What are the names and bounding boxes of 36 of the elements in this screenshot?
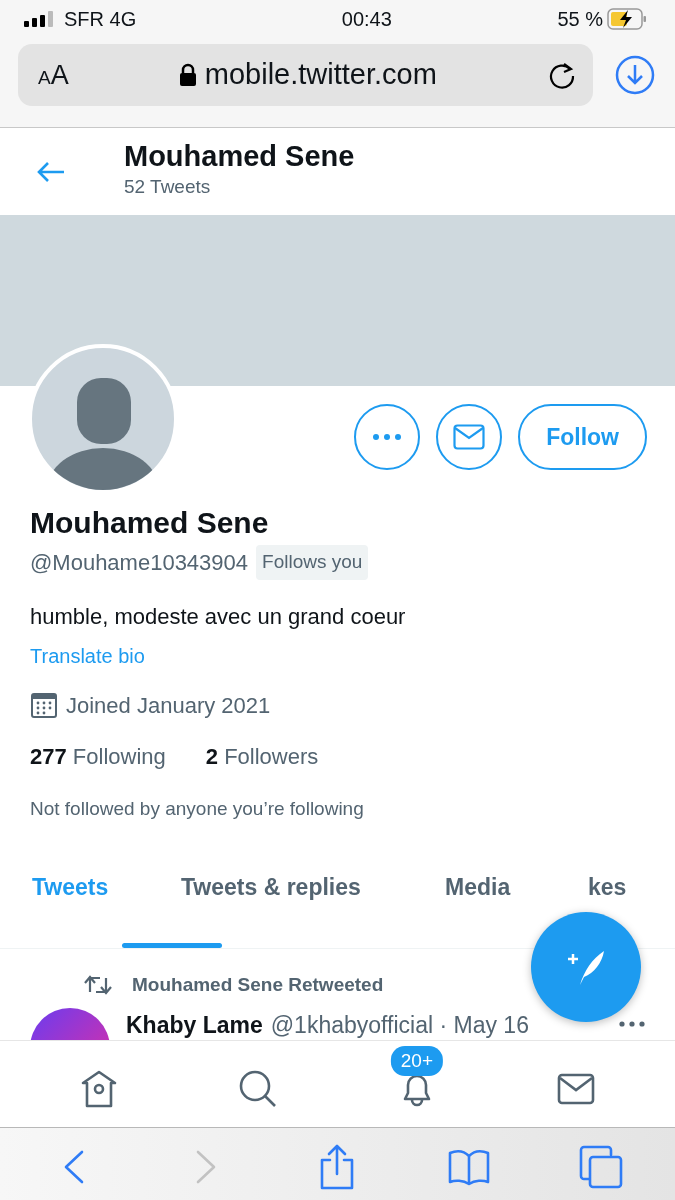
url-text: mobile.twitter.com [204,57,437,93]
book-icon[interactable] [447,1148,492,1186]
clock-text: 00:43 [341,7,392,32]
profile-tab[interactable]: Media [445,874,511,902]
text-size-button[interactable]: AA [38,54,69,96]
joined-date: Joined January 2021 [66,691,271,720]
calendar-icon [30,691,58,719]
notification-badge: 20+ [390,1045,443,1076]
compose-tweet-button[interactable] [531,912,641,1022]
profile-handle: @Mouhame10343904 [30,548,249,577]
follows-you-label: Follows you [256,545,369,580]
retweeted-label: Mouhamed Sene Retweeted [132,973,384,997]
tabs-icon[interactable] [579,1145,624,1189]
back-arrow-icon[interactable] [36,160,66,183]
profile-tab[interactable]: Tweets & replies [181,874,361,902]
more-icon[interactable] [619,1020,645,1027]
tweet-handle-date: @1khabyofficial · May 16 [270,1010,529,1040]
profile-tab[interactable]: kes [588,874,627,902]
carrier-text: SFR 4G [64,7,137,32]
tweet-count: 52 Tweets [124,175,212,200]
retweet-icon [84,974,112,997]
download-icon[interactable] [615,55,655,95]
followers-you-know-text: Not followed by anyone you’re following [30,796,365,821]
profile-title: Mouhamed Sene [124,141,355,174]
lock-icon [178,63,197,87]
battery-text: 55 % [557,7,603,32]
signal-icon [24,11,56,27]
profile-name: Mouhamed Sene [30,505,270,541]
envelope-icon [453,424,486,450]
follow-count-link[interactable]: 2 Followers [205,739,319,773]
profile-bio: humble, modeste avec un grand coeur [30,602,407,631]
address-bar[interactable]: AA mobile.twitter.com [18,44,593,106]
follow-count-link[interactable]: 277 Following [30,739,166,773]
more-icon [373,434,402,440]
reload-icon[interactable] [547,60,577,90]
tweet-author: Khaby Lame [126,1010,263,1040]
